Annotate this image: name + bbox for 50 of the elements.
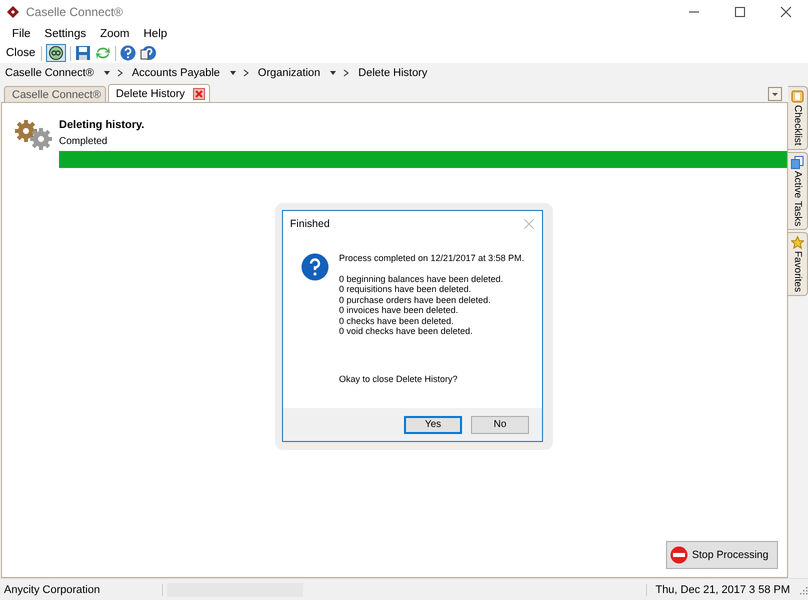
side-tab[interactable]: Favorites: [788, 232, 808, 296]
chevron-right-icon[interactable]: [102, 69, 124, 77]
deleted-count-line: 0 checks have been deleted.: [339, 316, 455, 326]
question-icon: [301, 253, 329, 281]
chevron-right-icon[interactable]: [328, 69, 350, 77]
dialog-message: Process completed on 12/21/2017 at 3:58 PM.: [339, 253, 524, 264]
tab[interactable]: Caselle Connect®: [4, 86, 106, 102]
close-button[interactable]: Close: [4, 47, 38, 59]
side-tab[interactable]: Checklist: [788, 86, 808, 150]
clipboard-icon: [791, 90, 804, 103]
go-icon[interactable]: [46, 44, 66, 62]
close-tab-icon[interactable]: [192, 88, 205, 100]
dropdown-icon[interactable]: [768, 87, 782, 101]
dialog-button[interactable]: Yes: [404, 416, 462, 434]
resize-grip-icon: [798, 584, 808, 594]
status-datetime: Thu, Dec 21, 2017 3 58 PM: [646, 584, 798, 596]
gears-icon: [14, 119, 54, 151]
menu-item[interactable]: Help: [144, 28, 168, 40]
dialog-question: Okay to close Delete History?: [339, 374, 459, 384]
menu-item[interactable]: Zoom: [100, 28, 130, 40]
chevron-right-icon[interactable]: [228, 69, 250, 77]
deleted-count-line: 0 beginning balances have been deleted.: [339, 274, 504, 284]
side-tab[interactable]: Active Tasks: [788, 152, 808, 230]
refresh-icon[interactable]: [95, 45, 112, 61]
breadcrumb-link[interactable]: Accounts Payable: [132, 67, 220, 79]
progress-status: Completed: [59, 136, 108, 147]
windows-stack-icon: [791, 156, 804, 169]
deleted-count-line: 0 void checks have been deleted.: [339, 326, 474, 336]
breadcrumb-link[interactable]: Caselle Connect®: [5, 67, 94, 79]
menu-item[interactable]: Settings: [44, 28, 86, 40]
app-logo-icon: [6, 5, 20, 19]
help-icon[interactable]: [120, 45, 136, 61]
close-icon[interactable]: [780, 6, 792, 18]
window-title: Caselle Connect®: [26, 5, 123, 19]
deleted-count-line: 0 invoices have been deleted.: [339, 305, 460, 316]
help-book-icon[interactable]: [140, 45, 156, 61]
tab[interactable]: Delete History: [108, 84, 210, 102]
dialog-title: Finished: [290, 218, 330, 230]
menu-item[interactable]: File: [12, 28, 31, 40]
deleted-count-line: 0 requisitions have been deleted.: [339, 284, 472, 294]
stop-processing-button[interactable]: Stop Processing: [666, 541, 778, 569]
progress-title: Deleting history.: [59, 119, 146, 131]
breadcrumb-link[interactable]: Delete History: [358, 67, 428, 79]
stop-icon: [670, 546, 688, 564]
dialog-button[interactable]: No: [471, 416, 529, 434]
deleted-count-line: 0 purchase orders have been deleted.: [339, 294, 492, 305]
star-icon: [791, 236, 804, 249]
status-company: Anycity Corporation: [0, 584, 163, 596]
maximize-icon[interactable]: [734, 6, 746, 18]
breadcrumb-link[interactable]: Organization: [258, 67, 320, 79]
